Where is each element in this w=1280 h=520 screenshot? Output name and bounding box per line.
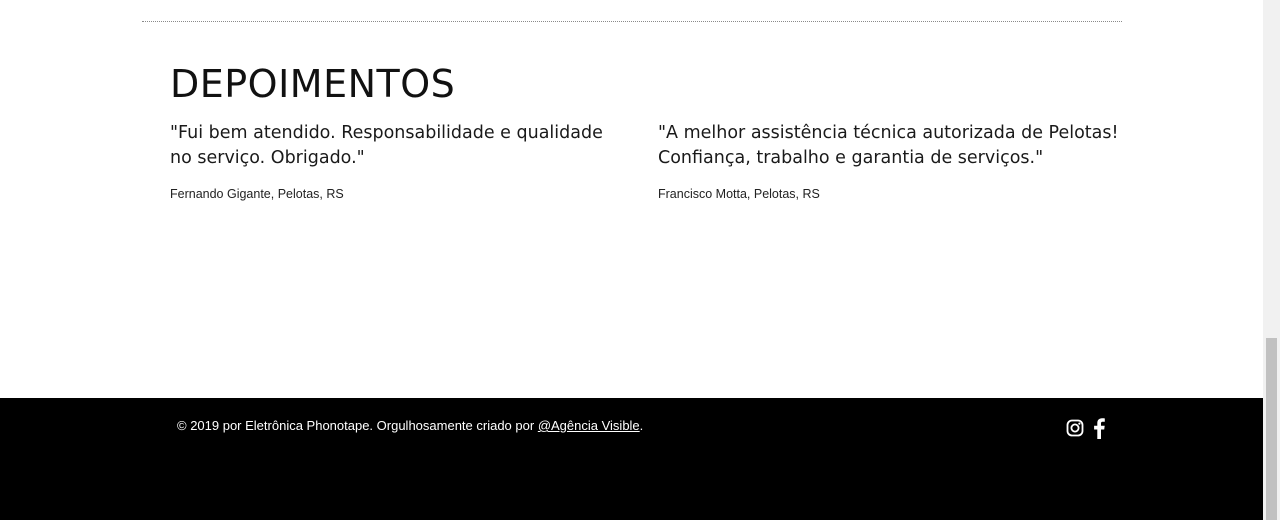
footer: © 2019 por Eletrônica Phonotape. Orgulho… [0, 398, 1263, 520]
social-bar [1066, 417, 1106, 444]
testimonials-heading: DEPOIMENTOS [170, 62, 456, 106]
instagram-icon[interactable] [1066, 419, 1084, 442]
page-scrollbar[interactable] [1263, 0, 1280, 520]
copyright-prefix: © 2019 por Eletrônica Phonotape. Orgulho… [177, 418, 538, 433]
copyright-text: © 2019 por Eletrônica Phonotape. Orgulho… [177, 418, 643, 433]
copyright-suffix: . [639, 418, 644, 433]
testimonial-author: Francisco Motta, Pelotas, RS [658, 187, 820, 201]
testimonial-quote: "Fui bem atendido. Responsabilidade e qu… [170, 123, 603, 168]
agency-link[interactable]: @Agência Visible [538, 418, 640, 433]
section-divider [142, 21, 1122, 22]
scrollbar-thumb[interactable] [1266, 338, 1277, 520]
testimonial-author: Fernando Gigante, Pelotas, RS [170, 187, 344, 201]
facebook-icon[interactable] [1092, 417, 1106, 444]
testimonial-card: "A melhor assistência técnica autorizada… [658, 121, 1128, 201]
testimonial-quote: "A melhor assistência técnica autorizada… [658, 123, 1119, 168]
testimonial-card: "Fui bem atendido. Responsabilidade e qu… [170, 121, 630, 201]
